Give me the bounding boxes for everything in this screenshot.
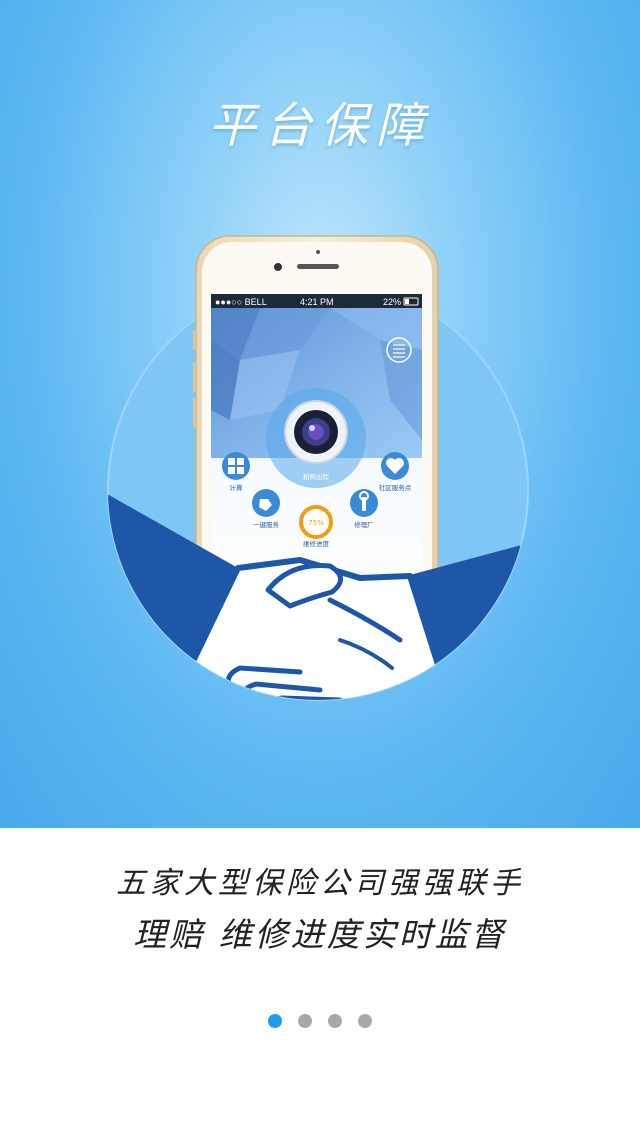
camera-report-button[interactable]: 拍照出险 [266, 388, 366, 488]
page-dot-3[interactable] [328, 1014, 342, 1028]
page-indicator [0, 1014, 640, 1028]
status-time: 4:21 PM [300, 297, 334, 307]
feature-one-click-label: 一键服务 [253, 520, 280, 529]
page-dot-2[interactable] [298, 1014, 312, 1028]
feature-community-label: 社区服务点 [379, 483, 412, 492]
camera-button-label: 拍照出险 [303, 472, 330, 481]
feature-progress-label: 维修进度 [303, 539, 330, 548]
status-carrier: ●●●○○ BELL [215, 297, 267, 307]
status-battery: 22% [383, 297, 401, 307]
feature-repair-label: 修理厂 [354, 520, 374, 529]
feature-one-click-service[interactable]: 一键服务 [252, 489, 280, 529]
phone-front-camera [274, 263, 282, 271]
page-dot-4[interactable] [358, 1014, 372, 1028]
hero-banner: 平台保障 ●●●○○ BELL 4:21 PM 22% 拍照出险 计算 社区服务… [0, 0, 640, 828]
feature-repair-progress[interactable]: 75% 维修进度 [299, 505, 333, 548]
caption-line-1: 五家大型保险公司强强联手 [116, 866, 524, 901]
phone-speaker [297, 264, 339, 269]
handshake-phone-illustration: ●●●○○ BELL 4:21 PM 22% 拍照出险 计算 社区服务点 一键服… [107, 235, 529, 701]
feature-calculator-label: 计算 [230, 483, 244, 492]
progress-value: 75% [308, 519, 324, 527]
page-dot-1[interactable] [268, 1014, 282, 1028]
caption-line-2: 理赔 维修进度实时监督 [133, 915, 507, 954]
